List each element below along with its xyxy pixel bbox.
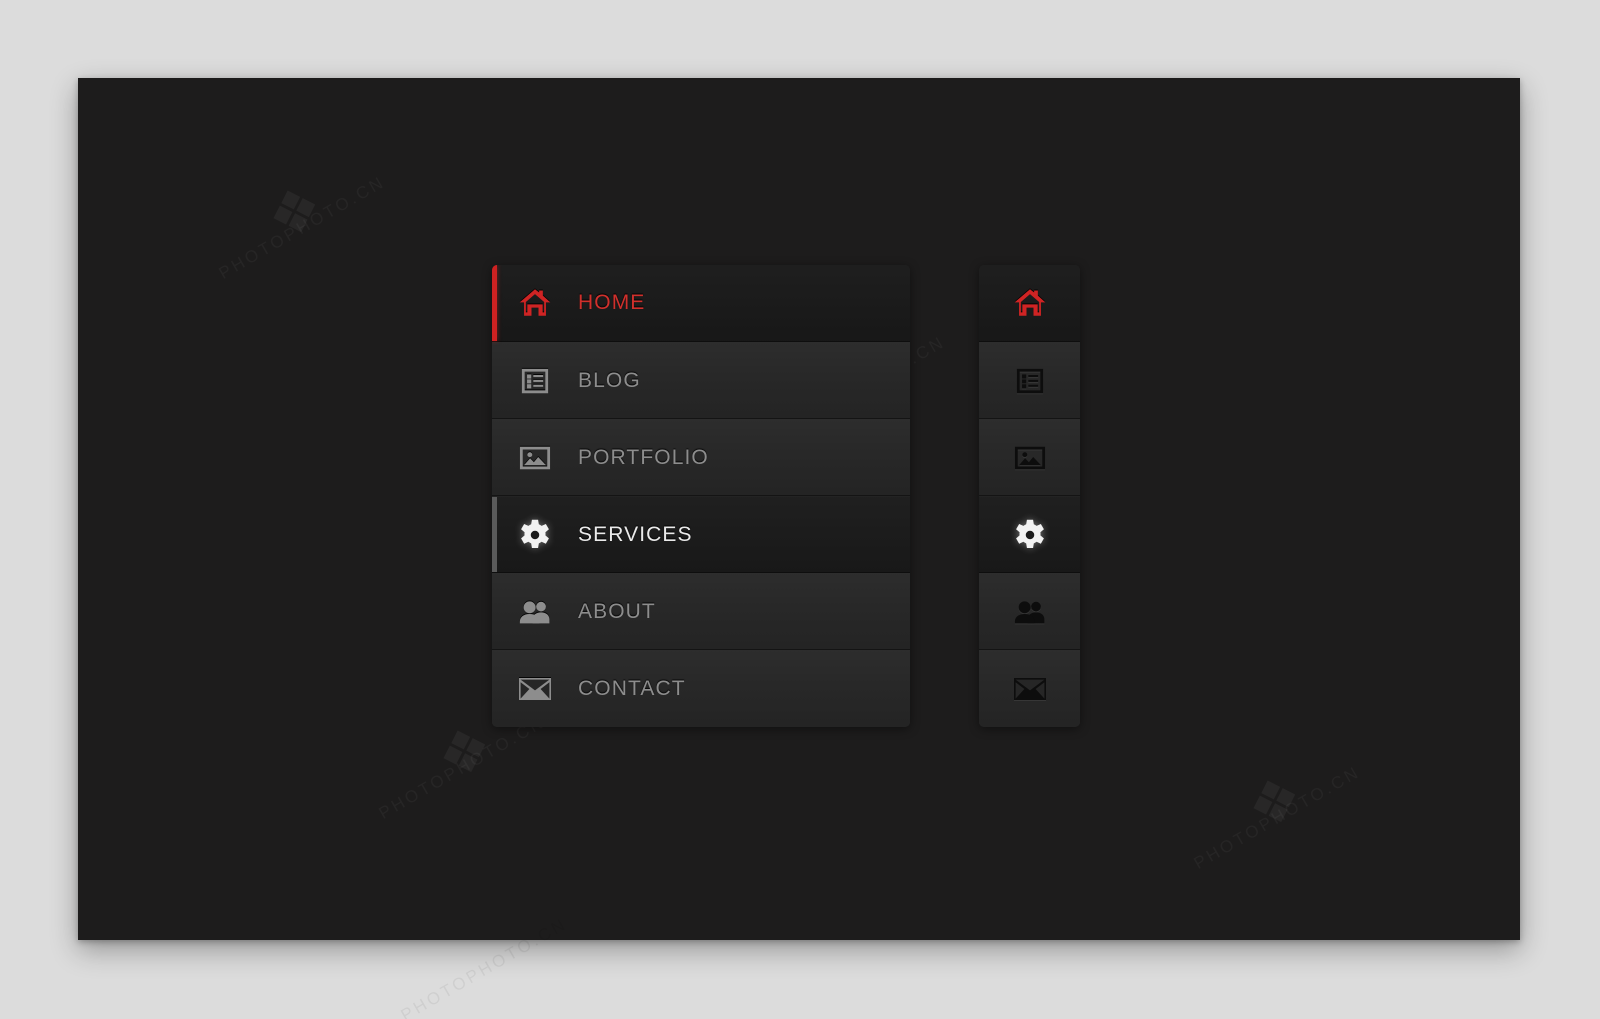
- menu-item-label: PORTFOLIO: [578, 445, 709, 469]
- home-icon: [1013, 286, 1047, 320]
- list-icon: [1015, 366, 1045, 396]
- menu-item-contact[interactable]: CONTACT: [492, 650, 910, 727]
- compact-menu-item-contact[interactable]: [979, 650, 1080, 727]
- people-icon: [492, 599, 578, 625]
- watermark-glyph-icon: ❖: [1238, 762, 1311, 843]
- compact-menu-item-home[interactable]: [979, 265, 1080, 342]
- accent-bar: [492, 343, 497, 418]
- menu-item-label: CONTACT: [578, 677, 686, 700]
- menu-item-portfolio[interactable]: PORTFOLIO: [492, 419, 910, 496]
- dark-canvas: PHOTOPHOTO.CN ❖ PHOTOPHOTO.CN ❖ PHOTOPHO…: [78, 78, 1520, 940]
- watermark-text: PHOTOPHOTO.CN: [376, 712, 549, 824]
- envelope-icon: [1013, 677, 1047, 701]
- watermark-text: PHOTOPHOTO.CN: [1191, 762, 1364, 874]
- envelope-icon: [492, 677, 578, 701]
- menu-item-services[interactable]: SERVICES: [492, 496, 910, 573]
- image-icon: [492, 444, 578, 472]
- compact-menu-item-portfolio[interactable]: [979, 419, 1080, 496]
- menu-item-label: ABOUT: [578, 599, 656, 623]
- active-accent-bar: [492, 265, 497, 341]
- menu-item-home[interactable]: HOME: [492, 265, 910, 342]
- image-icon: [1014, 444, 1046, 472]
- compact-menu-item-services[interactable]: [979, 496, 1080, 573]
- accent-bar: [492, 420, 497, 495]
- menu-item-about[interactable]: ABOUT: [492, 573, 910, 650]
- main-vertical-menu: HOME BLOG PORTFOLIO SERVICES ABOUT CONTA…: [492, 265, 910, 727]
- menu-item-label: HOME: [578, 291, 646, 314]
- compact-menu-item-blog[interactable]: [979, 342, 1080, 419]
- current-accent-bar: [492, 497, 497, 572]
- compact-icon-menu: [979, 265, 1080, 727]
- gear-icon: [492, 518, 578, 552]
- accent-bar: [492, 574, 497, 649]
- compact-menu-item-about[interactable]: [979, 573, 1080, 650]
- home-icon: [492, 286, 578, 320]
- gear-icon: [1013, 518, 1047, 552]
- menu-item-label: BLOG: [578, 368, 641, 392]
- menus-container: HOME BLOG PORTFOLIO SERVICES ABOUT CONTA…: [492, 265, 1080, 727]
- watermark-text: PHOTOPHOTO.CN: [216, 172, 389, 284]
- accent-bar: [492, 651, 497, 727]
- watermark-glyph-icon: ❖: [428, 712, 501, 793]
- menu-item-label: SERVICES: [578, 522, 693, 546]
- list-icon: [492, 366, 578, 396]
- people-icon: [1013, 599, 1047, 625]
- menu-item-blog[interactable]: BLOG: [492, 342, 910, 419]
- watermark-glyph-icon: ❖: [258, 172, 331, 253]
